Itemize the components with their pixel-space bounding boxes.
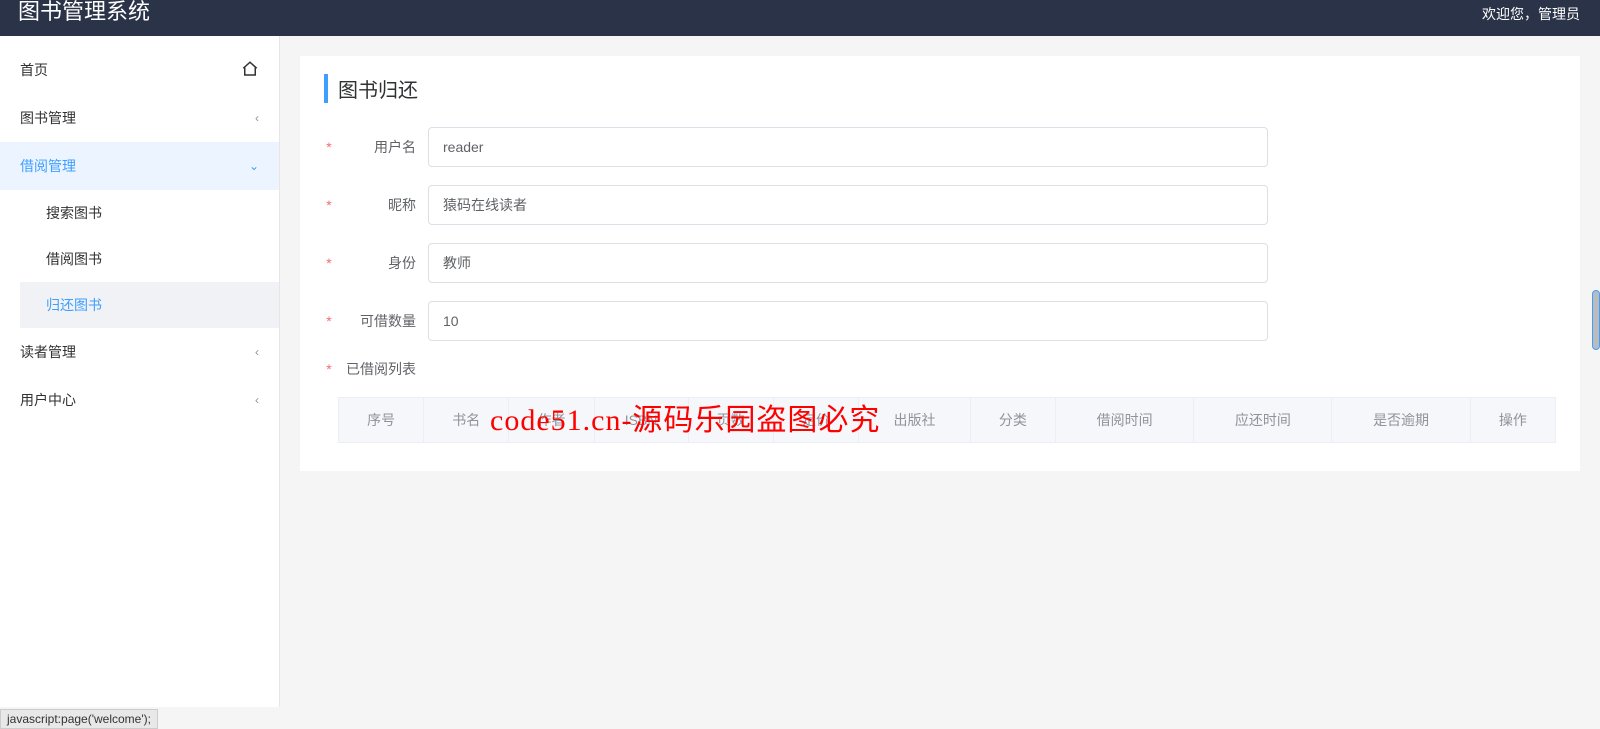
sidebar-item-book-mgmt[interactable]: 图书管理 ‹ [0,94,279,142]
sidebar-item-home[interactable]: 首页 [0,46,279,94]
quota-input[interactable] [428,301,1268,341]
sidebar-item-reader-mgmt[interactable]: 读者管理 ‹ [0,328,279,376]
sidebar-item-label: 搜索图书 [46,203,259,223]
chevron-down-icon: ⌄ [249,159,259,173]
sidebar-item-label: 首页 [20,60,241,80]
panel-title: 图书归还 [324,74,1556,103]
sidebar-item-label: 借阅管理 [20,156,249,176]
form-row-identity: * 身份 [324,243,1556,283]
welcome-text: 欢迎您，管理员 [1482,4,1580,24]
sidebar-submenu-borrow: 搜索图书 借阅图书 归还图书 [0,190,279,328]
field-label: 身份 [338,253,428,273]
form-row-username: * 用户名 [324,127,1556,167]
th-overdue: 是否逾期 [1332,398,1470,443]
sidebar-item-label: 图书管理 [20,108,255,128]
username-input[interactable] [428,127,1268,167]
borrowed-table: 序号 书名 作者 ISBN 页数 定价 出版社 分类 借阅时间 应还时间 是否逾… [338,397,1556,443]
sidebar-item-user-center[interactable]: 用户中心 ‹ [0,376,279,424]
th-due-time: 应还时间 [1194,398,1332,443]
required-mark: * [324,255,334,271]
th-pages: 页数 [688,398,773,443]
field-label: 已借阅列表 [338,359,428,379]
required-mark: * [324,139,334,155]
app-title: 图书管理系统 [0,0,150,26]
th-name: 书名 [424,398,509,443]
main-content: 图书归还 * 用户名 * 昵称 * 身份 * 可借数量 [280,36,1600,707]
th-category: 分类 [970,398,1055,443]
required-mark: * [324,313,334,329]
th-price: 定价 [773,398,858,443]
identity-input[interactable] [428,243,1268,283]
nickname-input[interactable] [428,185,1268,225]
sidebar-item-return-book[interactable]: 归还图书 [20,282,279,328]
scrollbar-handle[interactable] [1592,290,1600,350]
sidebar-item-label: 归还图书 [46,295,259,315]
chevron-left-icon: ‹ [255,111,259,125]
field-label: 可借数量 [338,311,428,331]
return-book-panel: 图书归还 * 用户名 * 昵称 * 身份 * 可借数量 [300,56,1580,471]
th-action: 操作 [1470,398,1555,443]
form-row-nickname: * 昵称 [324,185,1556,225]
required-mark: * [324,197,334,213]
sidebar-item-label: 用户中心 [20,390,255,410]
th-index: 序号 [339,398,424,443]
form-row-borrowed-list: * 已借阅列表 [324,359,1556,379]
field-label: 昵称 [338,195,428,215]
sidebar-item-label: 借阅图书 [46,249,259,269]
required-mark: * [324,361,334,377]
sidebar-item-borrow-mgmt[interactable]: 借阅管理 ⌄ [0,142,279,190]
field-label: 用户名 [338,137,428,157]
th-borrow-time: 借阅时间 [1056,398,1194,443]
th-publisher: 出版社 [859,398,971,443]
home-icon [241,60,259,81]
top-header: 图书管理系统 欢迎您，管理员 [0,0,1600,36]
chevron-left-icon: ‹ [255,393,259,407]
chevron-left-icon: ‹ [255,345,259,359]
th-author: 作者 [509,398,594,443]
form-row-quota: * 可借数量 [324,301,1556,341]
sidebar: 首页 图书管理 ‹ 借阅管理 ⌄ 搜索图书 借阅图书 归还图书 读者管理 [0,36,280,707]
sidebar-item-borrow-book[interactable]: 借阅图书 [20,236,279,282]
sidebar-item-label: 读者管理 [20,342,255,362]
borrowed-table-wrap: 序号 书名 作者 ISBN 页数 定价 出版社 分类 借阅时间 应还时间 是否逾… [338,397,1556,443]
sidebar-item-search-book[interactable]: 搜索图书 [20,190,279,236]
browser-status-bar: javascript:page('welcome'); [0,709,158,729]
th-isbn: ISBN [594,398,688,443]
